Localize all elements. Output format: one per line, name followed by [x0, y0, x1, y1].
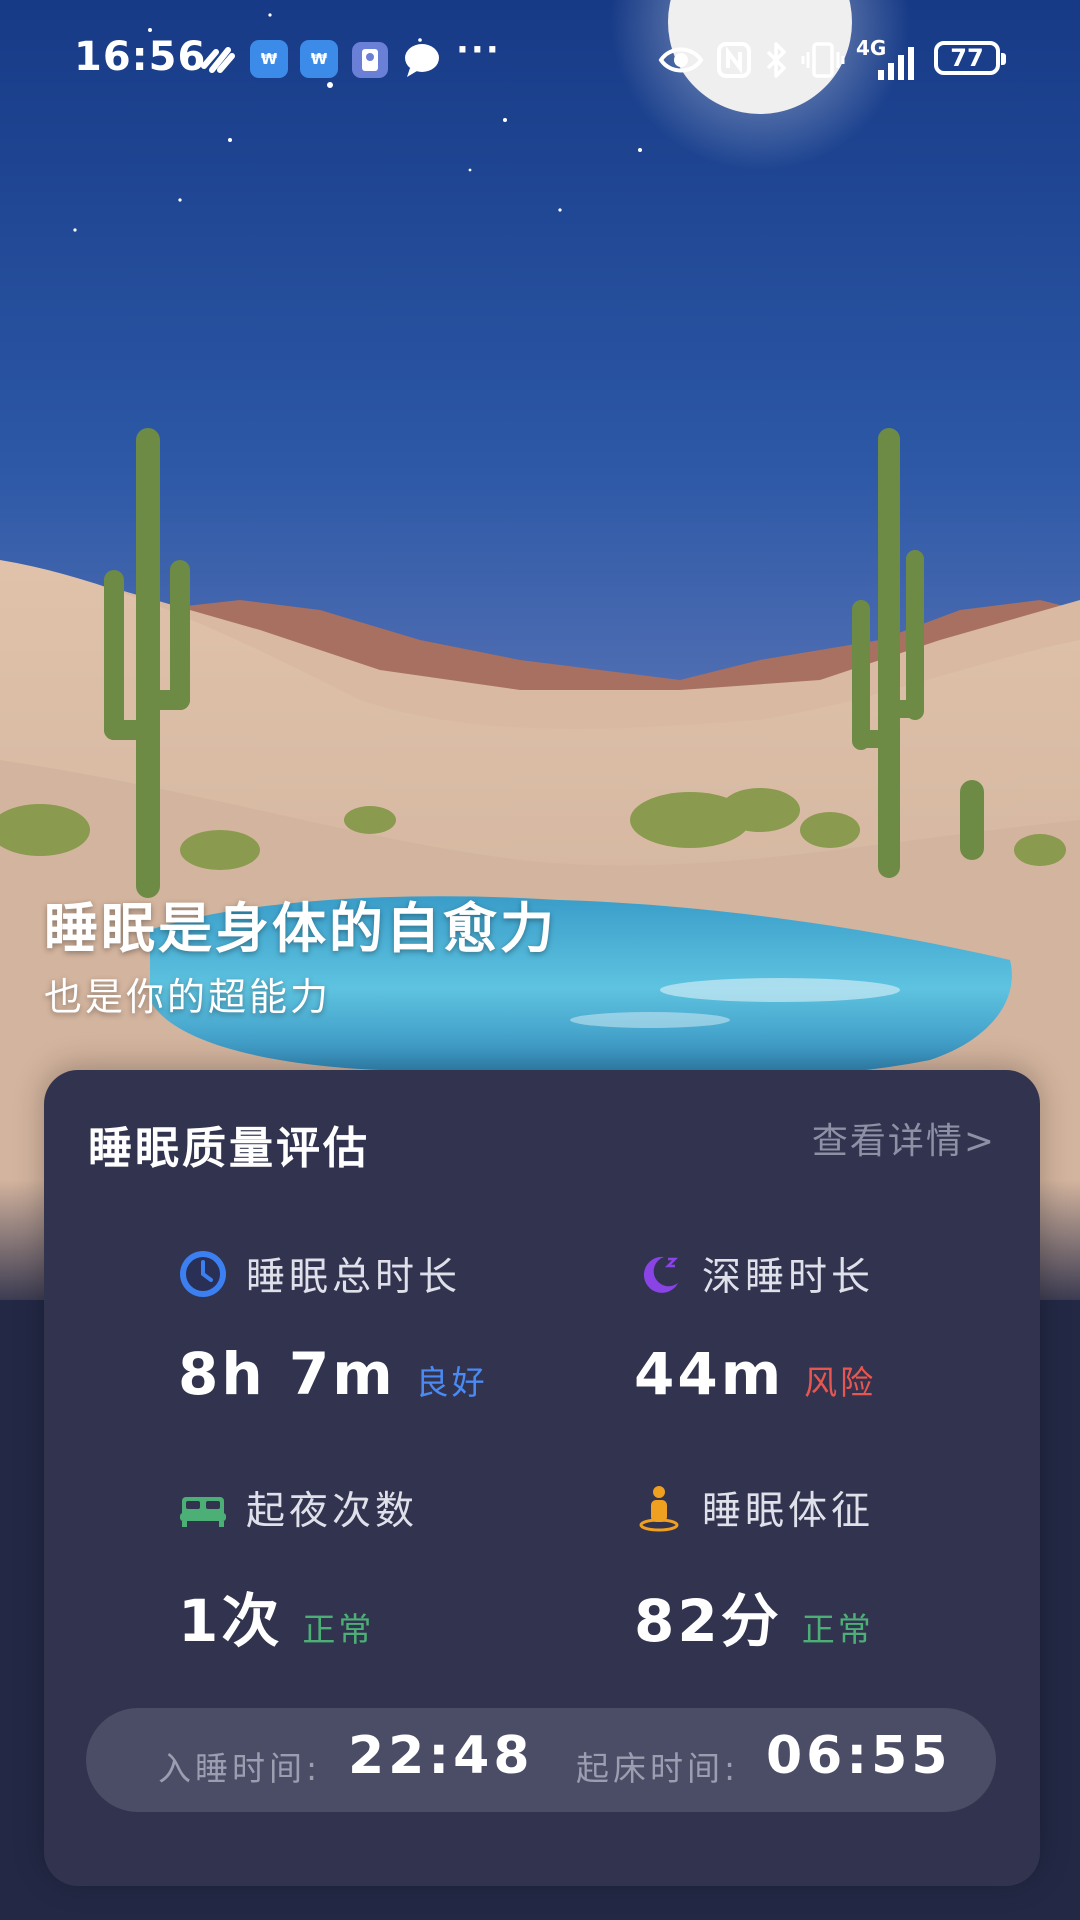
- clock-icon: [180, 1251, 226, 1297]
- metric-sleep-vitals: 睡眠体征 82分 正常: [634, 1482, 1054, 1682]
- metric-label: 睡眠体征: [702, 1489, 875, 1534]
- status-bar: 16:56 ₩ ₩ ··· 4G 77: [0, 0, 1080, 118]
- metric-value: 8h 7m: [178, 1340, 396, 1408]
- moon-icon: [643, 1256, 679, 1293]
- sleep-time-label: 入睡时间:: [158, 1749, 322, 1788]
- view-details-link[interactable]: 查看详情>: [812, 1112, 996, 1164]
- wake-time-label: 起床时间:: [576, 1749, 740, 1788]
- link-app-icon: [201, 47, 235, 73]
- bed-icon: [180, 1497, 226, 1527]
- reader-app-icon: [352, 42, 388, 78]
- metric-status: 正常: [302, 1610, 375, 1649]
- nfc-icon: [717, 42, 751, 78]
- metric-status: 良好: [415, 1363, 488, 1402]
- metric-value: 82分: [634, 1587, 782, 1655]
- metric-label: 起夜次数: [246, 1489, 419, 1534]
- signal-icon: [878, 47, 914, 80]
- wake-time-value: 06:55: [766, 1726, 952, 1786]
- metric-status: 正常: [801, 1610, 874, 1649]
- bluetooth-icon: [766, 42, 786, 78]
- hero-title: 睡眠是身体的自愈力: [44, 897, 557, 960]
- more-notifications-icon: ···: [456, 30, 501, 70]
- metric-label: 深睡时长: [702, 1255, 875, 1300]
- app-notification-icon: ₩: [250, 40, 288, 78]
- battery-indicator: 77: [934, 41, 1006, 75]
- vibrate-icon: [801, 42, 845, 78]
- metric-deep-sleep: 深睡时长 44m 风险: [634, 1248, 1054, 1448]
- app-notification-icon: ₩: [300, 40, 338, 78]
- metric-wake-count: 起夜次数 1次 正常: [178, 1482, 598, 1682]
- metric-label: 睡眠总时长: [246, 1255, 462, 1300]
- metric-status: 风险: [804, 1363, 877, 1402]
- person-icon: [639, 1486, 679, 1532]
- hero-subtitle: 也是你的超能力: [44, 975, 332, 1019]
- metric-value: 44m: [634, 1340, 785, 1408]
- sleep-time-summary: 入睡时间: 22:48 起床时间: 06:55: [86, 1708, 996, 1812]
- metric-value: 1次: [178, 1587, 283, 1655]
- sleep-time-value: 22:48: [348, 1726, 534, 1786]
- status-time: 16:56: [74, 34, 207, 80]
- sleep-quality-card: 睡眠质量评估 查看详情> 睡眠总时长 8h 7m 良好 深睡时长 44m 风险 …: [44, 1070, 1040, 1886]
- message-icon: [405, 44, 439, 77]
- metric-total-sleep: 睡眠总时长 8h 7m 良好: [178, 1248, 598, 1448]
- eye-icon: [658, 47, 704, 73]
- card-title: 睡眠质量评估: [88, 1123, 370, 1174]
